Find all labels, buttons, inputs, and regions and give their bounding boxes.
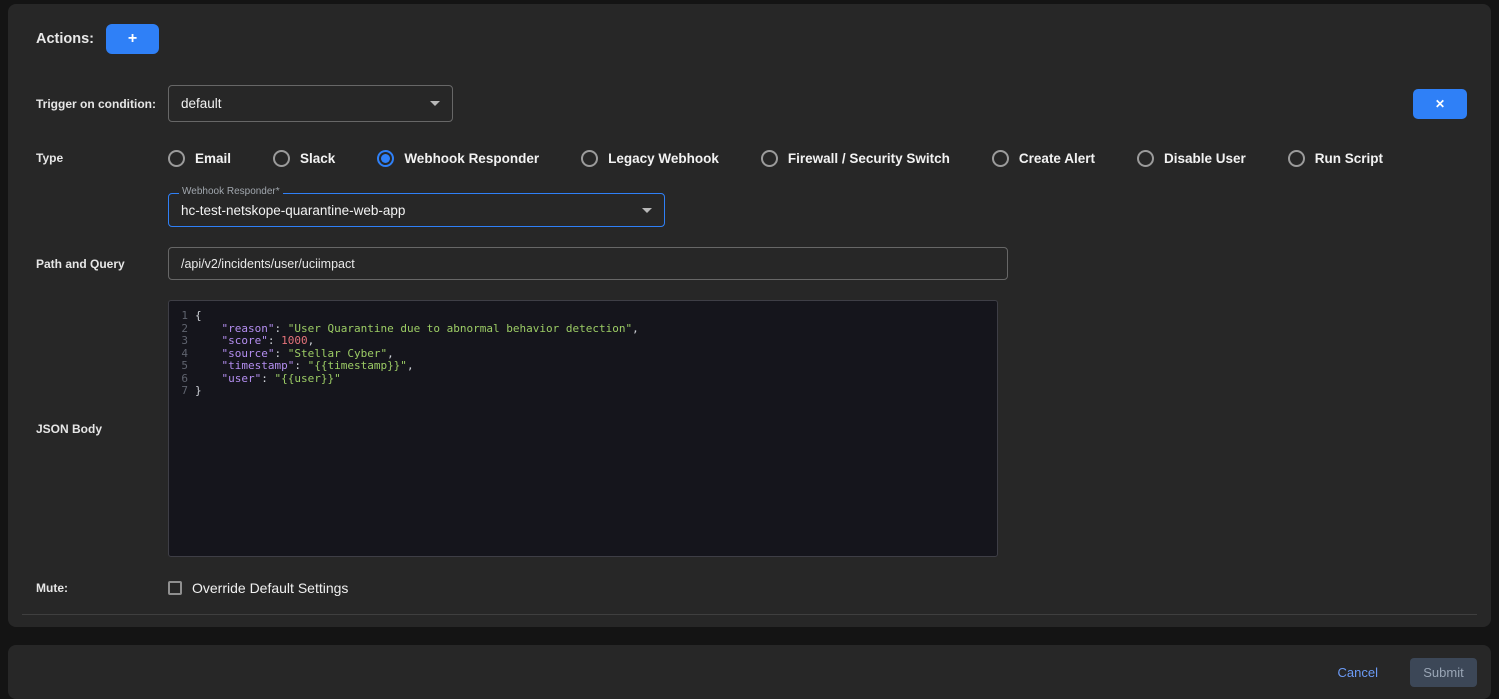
plus-icon: + [128, 30, 137, 48]
override-default-settings-label: Override Default Settings [192, 580, 348, 596]
close-icon: ✕ [1435, 97, 1445, 111]
trigger-condition-label: Trigger on condition: [36, 97, 168, 111]
override-default-settings-checkbox[interactable] [168, 581, 182, 595]
line-number: 1 [169, 310, 188, 323]
trigger-row: Trigger on condition: default ✕ [8, 85, 1491, 122]
radio-label: Legacy Webhook [608, 151, 719, 166]
footer-action-bar: Cancel Submit [8, 645, 1491, 699]
radio-dot [381, 154, 390, 163]
json-body-label: JSON Body [36, 422, 168, 436]
webhook-responder-row: Webhook Responder* hc-test-netskope-quar… [8, 193, 1491, 227]
type-option-webhook-responder[interactable]: Webhook Responder [377, 150, 539, 167]
line-number-gutter: 1234567 [169, 310, 195, 556]
radio-icon[interactable] [581, 150, 598, 167]
path-and-query-label: Path and Query [36, 257, 168, 271]
trigger-condition-select[interactable]: default [168, 85, 453, 122]
radio-label: Email [195, 151, 231, 166]
radio-icon[interactable] [1137, 150, 1154, 167]
type-option-firewall-security-switch[interactable]: Firewall / Security Switch [761, 150, 950, 167]
code-line: } [195, 385, 639, 398]
line-number: 7 [169, 385, 188, 398]
json-code-content[interactable]: { "reason": "User Quarantine due to abno… [195, 310, 639, 556]
type-option-email[interactable]: Email [168, 150, 231, 167]
radio-label: Create Alert [1019, 151, 1095, 166]
radio-icon[interactable] [761, 150, 778, 167]
radio-dot [996, 154, 1005, 163]
radio-dot [585, 154, 594, 163]
radio-dot [765, 154, 774, 163]
add-action-button[interactable]: + [106, 24, 159, 54]
radio-label: Firewall / Security Switch [788, 151, 950, 166]
type-option-slack[interactable]: Slack [273, 150, 335, 167]
line-number: 3 [169, 335, 188, 348]
type-label: Type [36, 151, 168, 165]
remove-action-button[interactable]: ✕ [1413, 89, 1467, 119]
radio-selected-icon[interactable] [377, 150, 394, 167]
webhook-responder-float-label: Webhook Responder* [179, 186, 283, 197]
radio-label: Run Script [1315, 151, 1383, 166]
type-option-create-alert[interactable]: Create Alert [992, 150, 1095, 167]
radio-label: Disable User [1164, 151, 1246, 166]
webhook-responder-value: hc-test-netskope-quarantine-web-app [181, 203, 405, 218]
radio-dot [1141, 154, 1150, 163]
chevron-down-icon [430, 101, 440, 106]
json-body-editor[interactable]: 1234567 { "reason": "User Quarantine due… [168, 300, 998, 557]
mute-label: Mute: [36, 581, 168, 595]
actions-label: Actions: [36, 31, 94, 47]
json-body-row: JSON Body 1234567 { "reason": "User Quar… [8, 300, 1491, 557]
trigger-condition-value: default [181, 96, 222, 111]
radio-dot [1292, 154, 1301, 163]
actions-header: Actions: + [8, 24, 1491, 54]
code-line: "user": "{{user}}" [195, 373, 639, 386]
cancel-button[interactable]: Cancel [1332, 664, 1384, 681]
type-option-legacy-webhook[interactable]: Legacy Webhook [581, 150, 719, 167]
radio-icon[interactable] [1288, 150, 1305, 167]
line-number: 5 [169, 360, 188, 373]
radio-icon[interactable] [992, 150, 1009, 167]
radio-icon[interactable] [168, 150, 185, 167]
path-and-query-row: Path and Query [8, 247, 1491, 280]
section-divider [22, 614, 1477, 615]
type-row: Type Email Slack Webhook Responder Legacy W… [8, 149, 1491, 167]
type-options-group: Email Slack Webhook Responder Legacy Webhoo… [168, 150, 1383, 167]
radio-icon[interactable] [273, 150, 290, 167]
path-and-query-input[interactable] [168, 247, 1008, 280]
radio-label: Webhook Responder [404, 151, 539, 166]
chevron-down-icon [642, 208, 652, 213]
mute-row: Mute: Override Default Settings [8, 579, 1491, 597]
webhook-responder-select[interactable]: Webhook Responder* hc-test-netskope-quar… [168, 193, 665, 227]
radio-label: Slack [300, 151, 335, 166]
action-config-panel: Actions: + Trigger on condition: default… [8, 4, 1491, 627]
radio-dot [277, 154, 286, 163]
type-option-run-script[interactable]: Run Script [1288, 150, 1383, 167]
type-option-disable-user[interactable]: Disable User [1137, 150, 1246, 167]
submit-button[interactable]: Submit [1410, 658, 1477, 687]
radio-dot [172, 154, 181, 163]
